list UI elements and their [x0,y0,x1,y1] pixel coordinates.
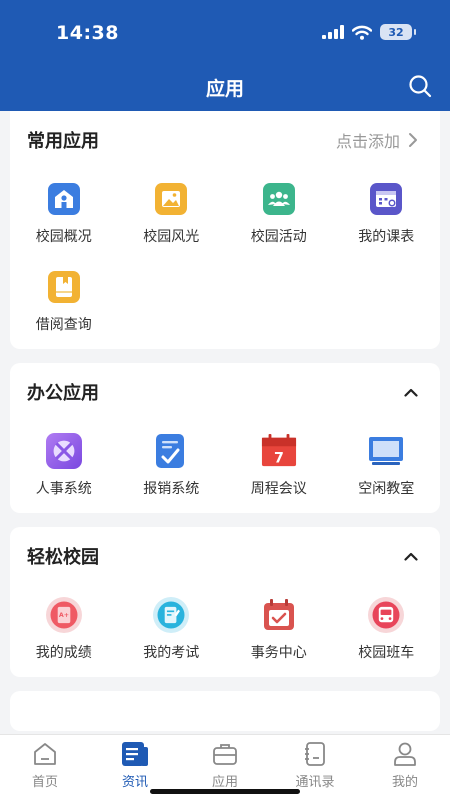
add-app-label: 点击添加 [335,132,400,151]
grade-icon-text: A+ [59,612,69,619]
app-free-classroom[interactable]: 空闲教室 [333,421,441,509]
easy-campus-grid: A+ 我的成绩 我的考试 事务中心 校园班车 [10,585,440,677]
app-campus-activity[interactable]: 校园活动 [225,169,333,257]
calendar-day-text: 7 [274,450,284,466]
user-icon [394,742,416,766]
app-campus-overview[interactable]: 校园概况 [10,169,118,257]
tab-label: 应用 [211,775,238,790]
app-affairs-center[interactable]: 事务中心 [225,585,333,673]
add-app-button[interactable]: 点击添加 [336,128,418,152]
app-label: 校园班车 [358,645,415,661]
app-label: 校园概况 [35,229,92,245]
calendar-meeting-icon: 7 [261,433,296,466]
status-icons: 32 [322,24,416,40]
bus-icon [368,597,405,633]
briefcase-icon [213,744,237,765]
search-button[interactable] [406,72,434,100]
section-title: 常用应用 [27,131,99,152]
app-my-timetable[interactable]: 我的课表 [333,169,441,257]
common-apps-card: 常用应用 点击添加 校园概况 校园风光 校园活动 我的课表 借阅查询 [10,111,440,349]
easy-campus-card: 轻松校园 A+ 我的成绩 我的考试 事务中心 校园班车 [10,527,440,677]
app-label: 借阅查询 [35,317,92,333]
scenery-image-icon [155,183,188,215]
content-scroll[interactable]: 常用应用 点击添加 校园概况 校园风光 校园活动 我的课表 借阅查询 办公应用 … [10,111,440,735]
personnel-icon [45,433,82,469]
tab-home[interactable]: 首页 [0,735,90,800]
contacts-book-icon [305,742,325,766]
app-label: 空闲教室 [358,481,415,497]
bottom-tab-bar: 首页 资讯 应用 通讯录 我的 [0,734,450,800]
reimbursement-icon [156,434,185,468]
page-title: 应用 [205,78,244,100]
app-label: 人事系统 [35,481,92,497]
tab-label: 我的 [391,775,418,790]
app-label: 我的成绩 [35,645,92,661]
app-header: 14:38 32 应用 [0,0,450,111]
app-label: 我的考试 [143,645,200,661]
status-time: 14:38 [56,22,119,44]
home-indicator [150,789,300,794]
app-my-exams[interactable]: 我的考试 [118,585,226,673]
search-icon [409,75,432,98]
collapse-chevron-up-icon[interactable] [404,552,418,561]
classroom-screen-icon [369,437,404,465]
timetable-icon [370,183,403,215]
section-title: 办公应用 [27,383,99,404]
app-label: 事务中心 [250,645,307,661]
grade-icon: A+ [45,597,82,633]
common-apps-grid: 校园概况 校园风光 校园活动 我的课表 借阅查询 [10,169,440,349]
app-weekly-meeting[interactable]: 7 周程会议 [225,421,333,509]
battery-icon: 32 [380,24,416,40]
tab-label: 首页 [31,775,58,790]
office-apps-grid: 人事系统 报销系统 7 周程会议 空闲教室 [10,421,440,513]
book-borrow-icon [47,271,80,303]
app-label: 校园风光 [143,229,200,245]
app-borrow-query[interactable]: 借阅查询 [10,257,118,345]
app-campus-scenery[interactable]: 校园风光 [118,169,226,257]
app-reimbursement-system[interactable]: 报销系统 [118,421,226,509]
app-label: 我的课表 [358,229,415,245]
app-label: 报销系统 [143,481,200,497]
home-icon [34,743,56,765]
app-personnel-system[interactable]: 人事系统 [10,421,118,509]
exam-icon [153,597,190,633]
wifi-icon [352,25,372,40]
office-apps-header: 办公应用 [10,363,440,421]
easy-campus-header: 轻松校园 [10,527,440,585]
tab-mine[interactable]: 我的 [360,735,450,800]
school-building-icon [47,183,80,215]
news-icon [122,742,148,766]
section-title: 轻松校园 [27,547,99,568]
group-activity-icon [262,183,295,215]
app-my-grades[interactable]: A+ 我的成绩 [10,585,118,673]
tab-label: 资讯 [121,775,148,790]
common-apps-header: 常用应用 点击添加 [10,111,440,169]
app-label: 校园活动 [250,229,307,245]
chevron-right-icon [409,133,417,147]
app-label: 周程会议 [250,481,307,497]
collapse-chevron-up-icon[interactable] [404,388,418,397]
office-apps-card: 办公应用 人事系统 报销系统 7 周程会议 空闲教室 [10,363,440,513]
tab-label: 通讯录 [295,775,335,790]
app-campus-bus[interactable]: 校园班车 [333,585,441,673]
signal-icon [322,25,344,39]
affairs-calendar-icon [263,599,294,630]
next-section-card [10,691,440,731]
